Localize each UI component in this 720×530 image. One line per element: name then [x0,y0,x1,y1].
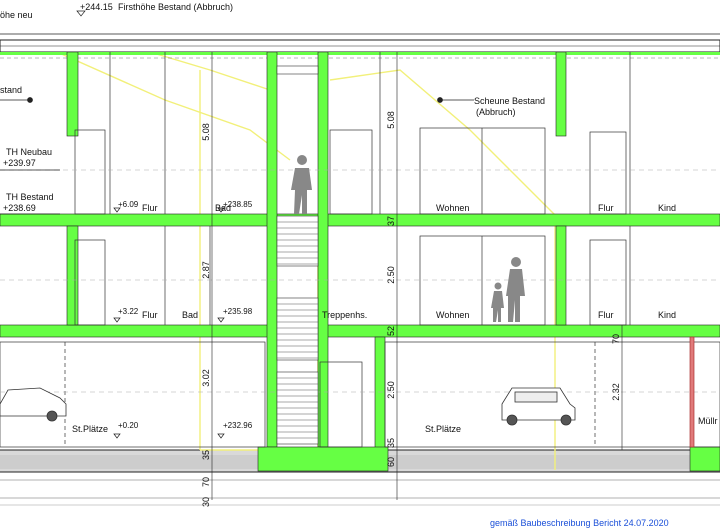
scheune-label-line1: Scheune Bestand [474,96,545,106]
th-bestand-value: +238.69 [3,203,36,213]
column-right-f1 [555,225,567,326]
column-stair-right [317,51,329,448]
marker-f1-mid [217,317,225,323]
person-child-head [494,282,502,290]
muell-red-post [689,336,695,448]
door-mid-f2 [329,129,373,215]
person-adult-body [506,269,525,322]
dim-left-base1: 70 [201,477,211,487]
room-g-stplaetze-right: St.Plätze [425,424,461,434]
ridge-old-value: +244.15 [80,2,113,12]
marker-g-left [113,433,121,439]
dim-right-f2: 5.08 [386,111,396,129]
ridge-new-label: öhe neu [0,10,33,20]
roof-structure [0,33,720,59]
old-roof-right [329,69,556,216]
marker-f1-left [113,317,121,323]
footer-note: gemäß Baubeschreibung Bericht 24.07.2020 [490,518,669,528]
column-left-f1 [66,225,79,326]
dim-right-base1: 35 [386,438,396,448]
window-wohnen-f2 [419,127,546,215]
dim-right-slab2: 37 [386,216,396,226]
car-right-window [514,391,558,403]
room-f2-wohnen: Wohnen [436,203,469,213]
column-right-upper [555,51,567,137]
room-f1-treppenhaus: Treppenhs. [322,310,367,320]
stair-flight-lower [276,297,319,361]
th-bestand-label: TH Bestand [6,192,54,202]
th-neubau-label: TH Neubau [6,147,52,157]
window-flur-f2 [589,131,627,215]
room-g-stplaetze-left: St.Plätze [72,424,108,434]
foundation-right [689,446,720,472]
dim-right-g: 2.50 [386,381,396,399]
dim-right-slab1: 52 [386,326,396,336]
room-g-muell: Müllr [698,416,718,426]
column-stair-left [266,51,278,448]
barn-label-fragment: stand [0,85,22,95]
car-right-wheel-l [506,414,518,426]
dim-left-slab: 35 [201,450,211,460]
person-child-body [491,291,504,322]
person-child-figure [491,282,504,322]
room-f1-flur-right: Flur [598,310,614,320]
person-adult-head [511,257,521,267]
stair-flight-upper [276,215,319,267]
room-f1-wohnen: Wohnen [436,310,469,320]
room-f1-bad: Bad [182,310,198,320]
column-mid-lower [374,336,386,451]
stair-top-box [276,65,319,75]
car-right-wheel-r [560,414,572,426]
car-right [501,387,576,426]
room-f2-flur-right: Flur [598,203,614,213]
dim-far-right-g: 2.32 [611,383,621,401]
roof-green-strip [0,52,720,55]
car-left [0,387,67,422]
person-stair-body [291,168,312,214]
level-f1-left: +3.22 [118,307,139,316]
dim-far-right-small: 70 [611,334,621,344]
dim-left-g: 3.02 [201,369,211,387]
level-g-mid: +232.96 [223,421,253,430]
person-stair-head [297,155,307,165]
room-f1-kind: Kind [658,310,676,320]
dim-left-base2: 30 [201,497,211,507]
car-left-wheel [46,410,58,422]
level-f1-mid: +235.98 [223,307,253,316]
column-left-upper [66,51,79,137]
foundation-stair [257,446,389,472]
person-stair-figure [291,155,312,214]
dim-right-f1: 2.50 [386,266,396,284]
room-f1-flur-left: Flur [142,310,158,320]
room-f2-kind: Kind [658,203,676,213]
slab-second-floor [0,213,720,227]
marker-g-mid [217,433,225,439]
window-left-f1 [74,239,106,326]
window-left-f2 [74,129,106,215]
scheune-label-line2: (Abbruch) [476,107,516,117]
ridge-old-label: Firsthöhe Bestand (Abbruch) [118,2,233,12]
room-f2-flur-left: Flur [142,203,158,213]
room-f2-bad: Bad [215,203,231,213]
staircase [276,65,319,445]
level-g-left: +0.20 [118,421,139,430]
th-neubau-value: +239.97 [3,158,36,168]
person-adult-figure [506,257,525,322]
dim-left-f1: 2.87 [201,261,211,279]
dim-right-base2: 60 [386,457,396,467]
building-section-drawing: öhe neu +244.15 Firsthöhe Bestand (Abbru… [0,2,720,528]
level-f2-left: +6.09 [118,200,139,209]
dim-left-f2: 5.08 [201,123,211,141]
